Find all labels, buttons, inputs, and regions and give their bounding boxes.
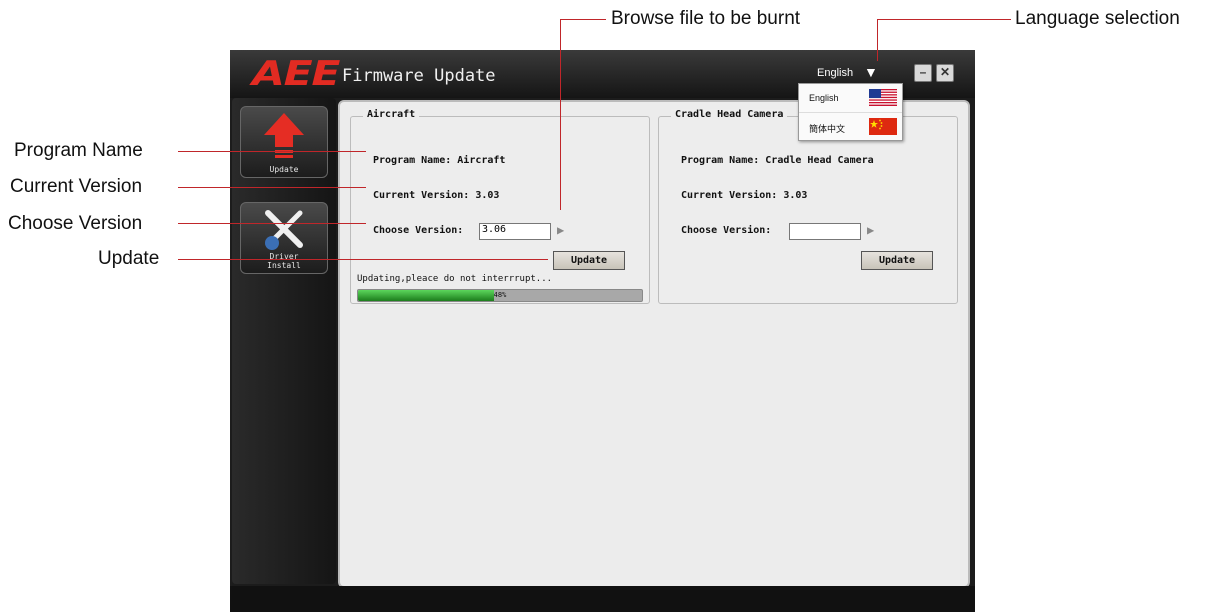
panel-aircraft: Aircraft Program Name: Aircraft Current … (350, 109, 650, 304)
annotation-language: Language selection (1015, 8, 1180, 29)
browse-file-button[interactable]: ▶ (557, 223, 564, 237)
callout-line (877, 19, 1011, 20)
sidebar-item-update[interactable]: Update (240, 106, 328, 178)
us-flag-icon (869, 89, 897, 106)
current-version: Current Version: 3.03 (373, 190, 500, 201)
panel-title: Aircraft (363, 109, 420, 120)
choose-version-label: Choose Version: (681, 225, 772, 236)
sidebar: Update Driver Install (232, 98, 336, 584)
language-label: English (809, 93, 839, 103)
language-option-chinese[interactable]: 簡体中文 (799, 112, 902, 140)
callout-line (560, 19, 561, 210)
current-version: Current Version: 3.03 (681, 190, 808, 201)
callout-line (178, 187, 366, 188)
callout-line (178, 151, 366, 152)
sidebar-item-label: Update (269, 165, 299, 174)
aee-logo: AEE (252, 54, 340, 94)
choose-version-input[interactable]: 3.06 (479, 223, 551, 240)
language-option-english[interactable]: English (799, 84, 902, 111)
program-name: Program Name: Aircraft (373, 155, 506, 166)
upload-arrow-icon (264, 113, 304, 158)
annotation-current-version: Current Version (10, 176, 143, 197)
panel-camera: Cradle Head Camera Program Name: Cradle … (658, 109, 958, 304)
progress-label: 48% (493, 291, 507, 299)
update-button[interactable]: Update (861, 251, 933, 270)
callout-line (560, 19, 606, 20)
sidebar-item-label: Driver Install (267, 252, 301, 270)
close-button[interactable]: ✕ (936, 64, 954, 82)
annotation-browse: Browse file to be burnt (611, 8, 801, 29)
firmware-update-window: AEE Firmware Update English ▼ – ✕ Update… (230, 50, 975, 612)
language-label: 簡体中文 (809, 124, 846, 134)
app-title: Firmware Update (342, 66, 496, 86)
browse-file-button[interactable]: ▶ (867, 223, 874, 237)
progress-bar: 48% (357, 289, 643, 302)
callout-line (178, 259, 548, 260)
choose-version-label: Choose Version: (373, 225, 464, 236)
language-selector[interactable]: English (817, 67, 853, 79)
update-status: Updating,pleace do not interrrupt... (357, 274, 553, 284)
language-menu: English 簡体中文 (798, 83, 903, 141)
cn-flag-icon (869, 118, 897, 135)
annotation-update: Update (98, 248, 160, 269)
main-content: Aircraft Program Name: Aircraft Current … (338, 100, 970, 588)
callout-line (178, 223, 366, 224)
minimize-button[interactable]: – (914, 64, 932, 82)
tools-icon (265, 210, 303, 250)
panel-title: Cradle Head Camera (671, 109, 788, 120)
update-button[interactable]: Update (553, 251, 625, 270)
sidebar-item-driver-install[interactable]: Driver Install (240, 202, 328, 274)
callout-line (877, 19, 878, 61)
annotation-program-name: Program Name (14, 140, 143, 161)
chevron-down-icon[interactable]: ▼ (864, 64, 878, 80)
annotation-choose-version: Choose Version (8, 213, 143, 234)
choose-version-input[interactable] (789, 223, 861, 240)
program-name: Program Name: Cradle Head Camera (681, 155, 874, 166)
bottom-bar (230, 586, 975, 612)
